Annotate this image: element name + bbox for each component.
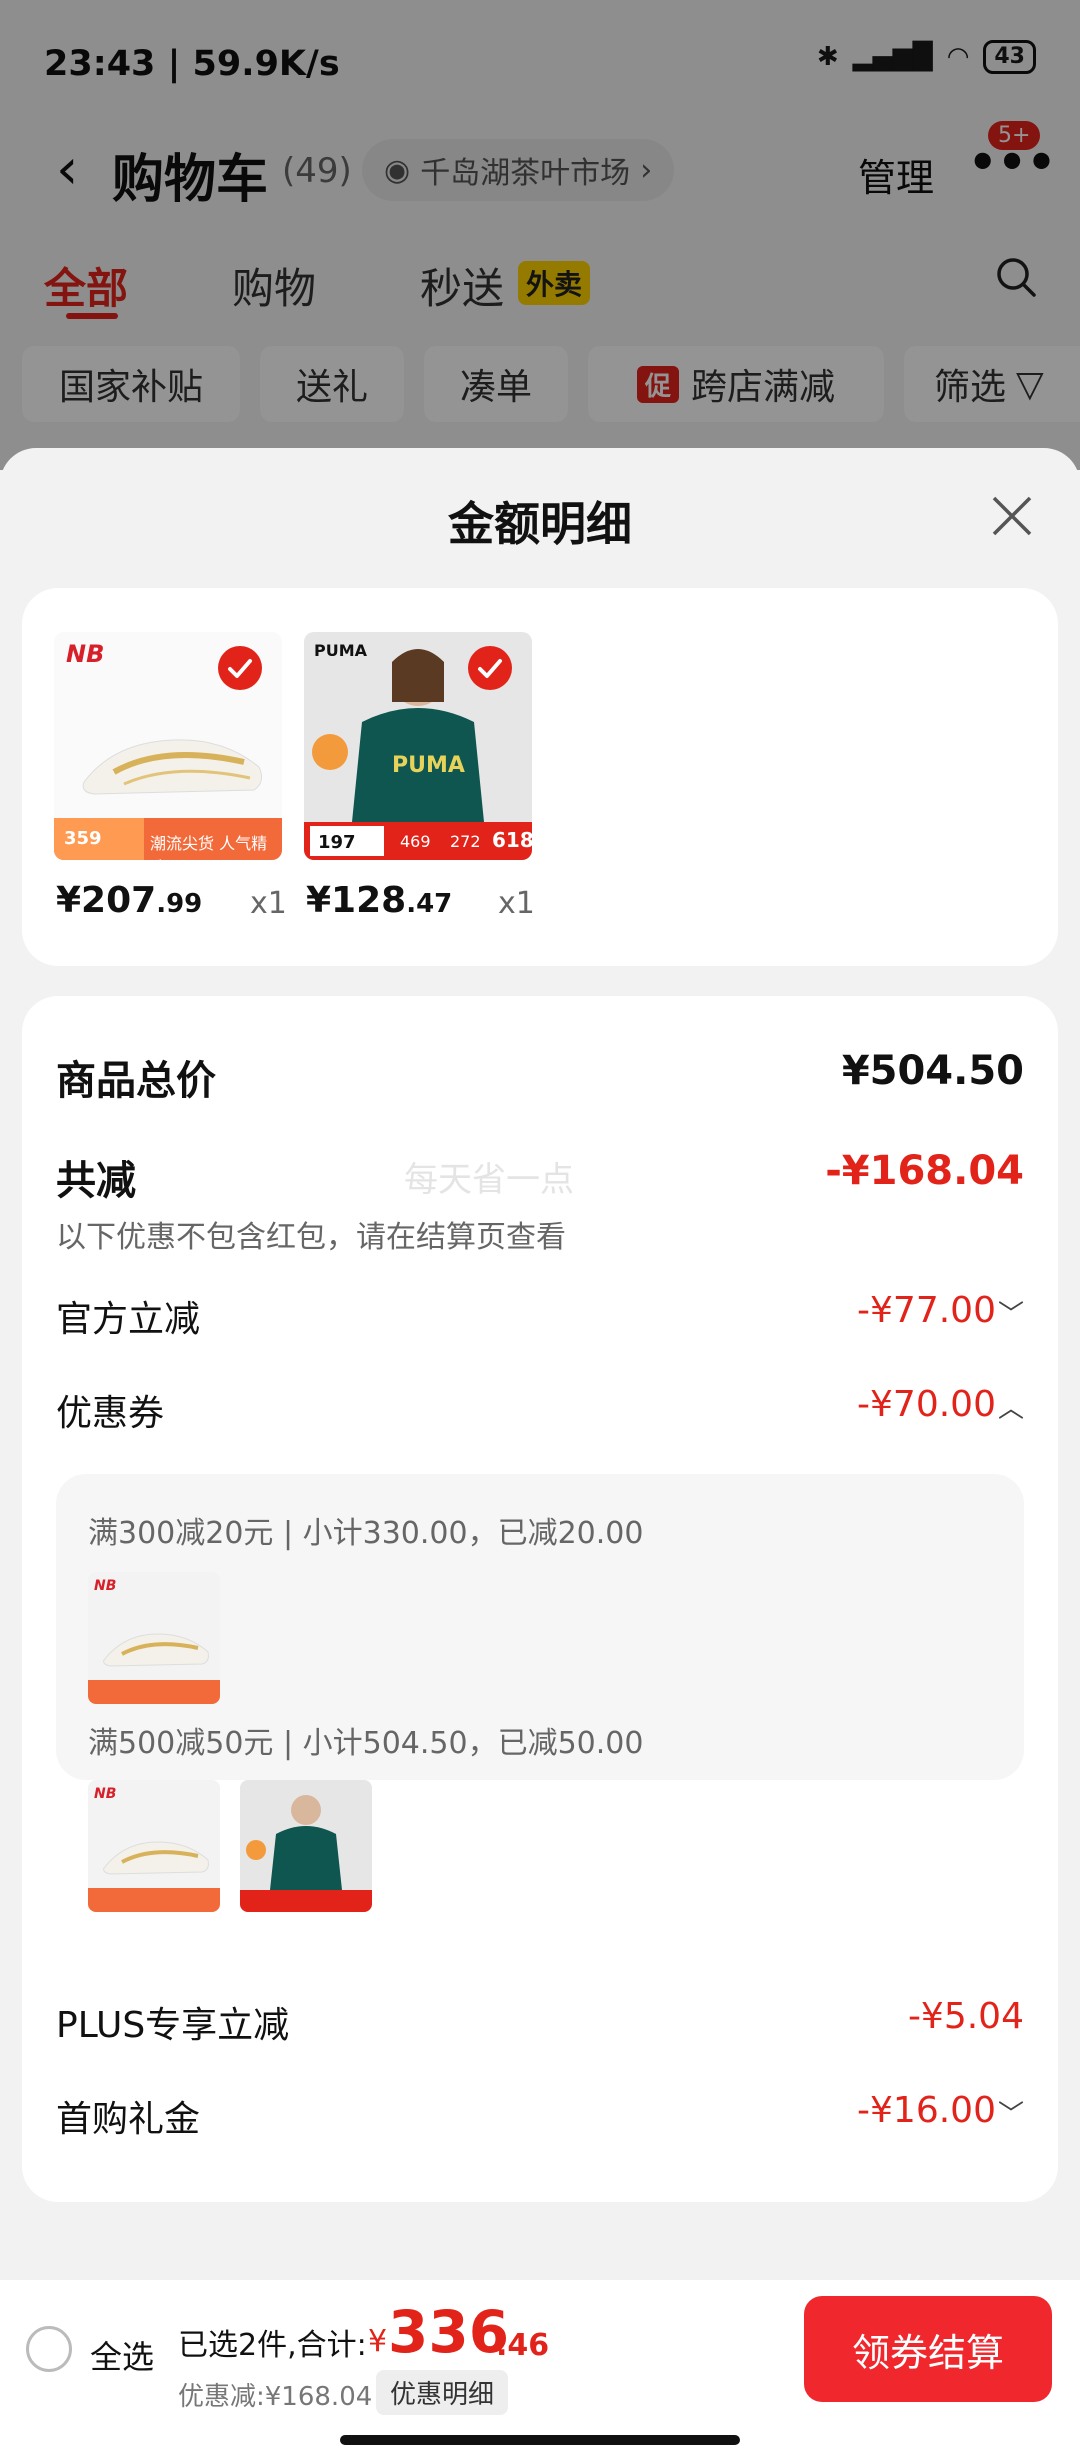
plus-label: PLUS专享立减 bbox=[56, 2005, 290, 2046]
price-int: ¥207 bbox=[56, 880, 157, 921]
close-icon[interactable] bbox=[988, 492, 1036, 540]
coupon-value[interactable]: -¥70.00 bbox=[857, 1384, 996, 1425]
selected-summary: 已选2件,合计: bbox=[178, 2328, 367, 2363]
chevron-down-icon[interactable]: ﹀ bbox=[998, 1294, 1024, 1331]
total-amount-dec: .46 bbox=[496, 2328, 550, 2363]
official-label: 官方立减 bbox=[56, 1299, 201, 1340]
total-label: 商品总价 bbox=[56, 1058, 216, 1104]
thumb-mid-price: 469 bbox=[400, 832, 431, 851]
product-price: ¥207.99 bbox=[56, 880, 202, 921]
thumb-tag: 潮流尖货 人气精选 bbox=[150, 834, 268, 860]
checkout-button[interactable]: 领券结算 bbox=[804, 2296, 1052, 2402]
coupon-detail-box: 满300减20元 | 小计330.00，已减20.00 NB 满500减50元 … bbox=[56, 1474, 1024, 1780]
check-icon[interactable] bbox=[468, 646, 512, 690]
thumb-mid-price-2: 272 bbox=[450, 832, 481, 851]
dim-overlay[interactable] bbox=[0, 0, 1080, 470]
price-int: ¥128 bbox=[306, 880, 407, 921]
svg-text:PUMA: PUMA bbox=[314, 641, 368, 660]
price-dec: .47 bbox=[406, 889, 453, 919]
total-value: ¥504.50 bbox=[841, 1048, 1024, 1094]
coupon-line-2: 满500减50元 | 小计504.50，已减50.00 bbox=[88, 1726, 644, 1761]
watermark: 每天省一点 bbox=[404, 1160, 574, 1200]
price-detail-card: 商品总价 ¥504.50 共减 每天省一点 -¥168.04 以下优惠不包含红包… bbox=[22, 996, 1058, 2202]
product-qty: x1 bbox=[498, 886, 535, 921]
plus-value: -¥5.04 bbox=[907, 1996, 1024, 2037]
svg-text:NB: NB bbox=[94, 1578, 116, 1594]
product-price: ¥128.47 bbox=[306, 880, 452, 921]
svg-text:NB: NB bbox=[94, 1786, 116, 1802]
price-dec: .99 bbox=[156, 889, 203, 919]
checkout-bar: 全选 已选2件,合计: ¥ 336 .46 优惠减:¥168.04 优惠明细 领… bbox=[0, 2280, 1080, 2460]
svg-text:PUMA: PUMA bbox=[392, 753, 465, 778]
reduce-note: 以下优惠不包含红包，请在结算页查看 bbox=[56, 1220, 566, 1255]
official-value[interactable]: -¥77.00 bbox=[857, 1290, 996, 1331]
coupon-label: 优惠券 bbox=[56, 1393, 165, 1434]
discount-summary: 优惠减:¥168.04 bbox=[178, 2382, 373, 2412]
reduce-label: 共减 bbox=[56, 1158, 136, 1204]
thumb-price: 197 bbox=[318, 832, 356, 853]
amount-detail-sheet: 金额明细 NB 359 潮流尖货 人气精选 ¥207.99 x1 bbox=[0, 448, 1080, 2460]
firstbuy-label: 首购礼金 bbox=[56, 2099, 201, 2140]
select-all-label[interactable]: 全选 bbox=[90, 2332, 154, 2378]
coupon-item-thumb-shoe[interactable]: NB bbox=[88, 1780, 220, 1912]
home-indicator[interactable] bbox=[340, 2435, 740, 2445]
products-card: NB 359 潮流尖货 人气精选 ¥207.99 x1 PUMA bbox=[22, 588, 1058, 966]
coupon-line-1: 满300减20元 | 小计330.00，已减20.00 bbox=[88, 1516, 644, 1551]
chevron-up-icon[interactable]: ︿ bbox=[998, 1388, 1024, 1425]
sheet-title: 金额明细 bbox=[448, 497, 632, 551]
thumb-tag: 618 bbox=[492, 828, 532, 852]
coupon-item-thumb-hoodie[interactable] bbox=[240, 1780, 372, 1912]
thumb-price: 359 bbox=[64, 828, 102, 849]
product-qty: x1 bbox=[250, 886, 287, 921]
reduce-value: -¥168.04 bbox=[825, 1148, 1024, 1194]
total-yen: ¥ bbox=[368, 2324, 388, 2359]
chevron-down-icon[interactable]: ﹀ bbox=[998, 2094, 1024, 2131]
check-icon[interactable] bbox=[218, 646, 262, 690]
discount-detail-button[interactable]: 优惠明细 bbox=[376, 2370, 509, 2415]
select-all-radio[interactable] bbox=[26, 2326, 72, 2372]
total-amount-int: 336 bbox=[388, 2298, 510, 2366]
firstbuy-value[interactable]: -¥16.00 bbox=[857, 2090, 996, 2131]
svg-text:NB: NB bbox=[66, 640, 104, 668]
coupon-item-thumb-shoe[interactable]: NB bbox=[88, 1572, 220, 1704]
